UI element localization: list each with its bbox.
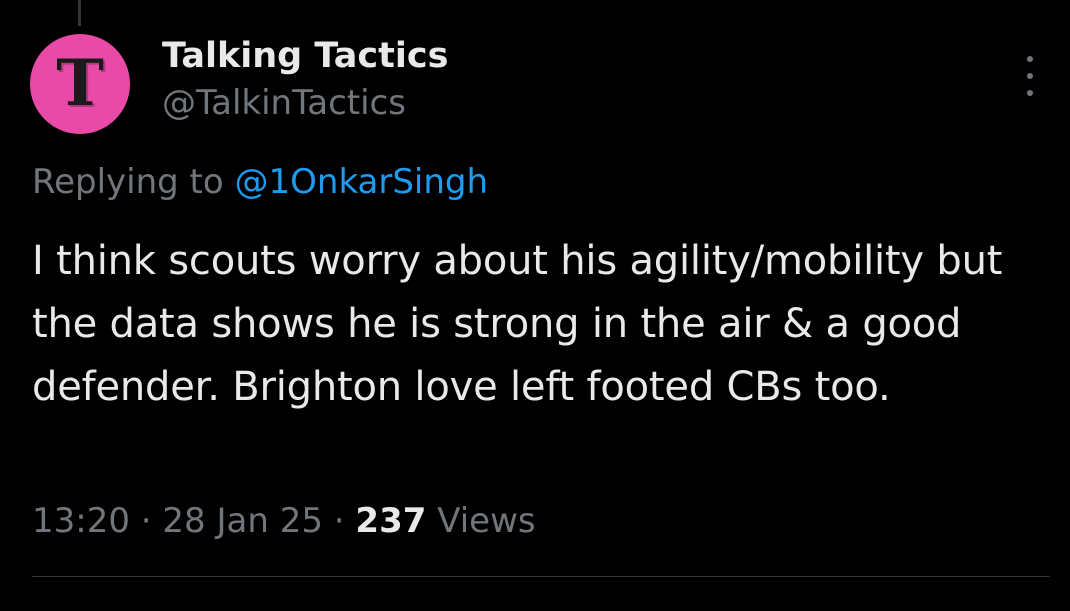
- views-count: 237: [355, 501, 427, 541]
- views-label: Views: [437, 501, 536, 541]
- more-options-icon[interactable]: [1020, 56, 1040, 96]
- author-handle[interactable]: @TalkinTactics: [162, 81, 406, 125]
- thread-connector-line: [78, 0, 81, 26]
- tweet-text: I think scouts worry about his agility/m…: [32, 238, 1003, 410]
- avatar-letter: T: [56, 46, 104, 121]
- replying-to: Replying to @1OnkarSingh: [32, 160, 488, 204]
- tweet-detail: T Talking Tactics @TalkinTactics Replyin…: [0, 0, 1070, 611]
- tweet-meta: 13:20 · 28 Jan 25 · 237 Views: [32, 498, 536, 544]
- more-dot: [1027, 73, 1033, 79]
- meta-separator: ·: [333, 501, 345, 541]
- more-dot: [1027, 56, 1033, 62]
- author-name[interactable]: Talking Tactics: [162, 34, 448, 78]
- more-dot: [1027, 90, 1033, 96]
- tweet-time[interactable]: 13:20: [32, 501, 130, 541]
- avatar[interactable]: T: [30, 34, 130, 134]
- replying-prefix: Replying to: [32, 162, 224, 202]
- meta-separator: ·: [140, 501, 152, 541]
- reply-mention-link[interactable]: @1OnkarSingh: [235, 162, 489, 202]
- tweet-date[interactable]: 28 Jan 25: [162, 501, 323, 541]
- divider: [32, 576, 1050, 577]
